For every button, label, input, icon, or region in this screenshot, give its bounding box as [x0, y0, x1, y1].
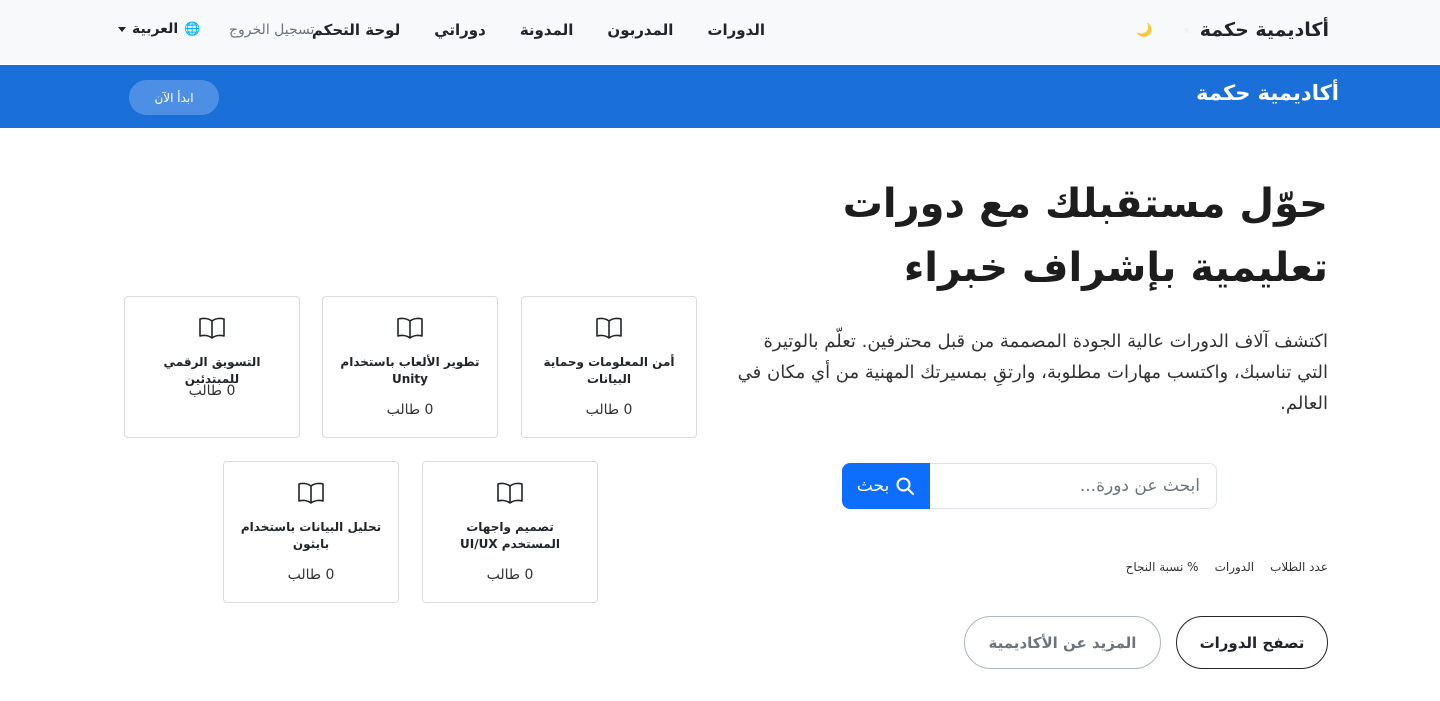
moon-icon[interactable]: 🌙: [1136, 23, 1152, 38]
search-input[interactable]: [930, 463, 1217, 509]
hero-description: اكتشف آلاف الدورات عالية الجودة المصممة …: [737, 331, 1328, 414]
globe-icon: 🌐: [184, 21, 201, 37]
course-card-student-count: 0 طالب: [585, 402, 633, 418]
nav-separator-dot: [1184, 28, 1189, 33]
course-card[interactable]: التسويق الرقمي للمبتدئين 0 طالب: [124, 296, 300, 438]
search-button[interactable]: بحث: [842, 463, 930, 509]
book-icon: [323, 317, 497, 339]
search-button-label: بحث: [856, 476, 890, 496]
book-icon: [224, 482, 398, 504]
book-icon: [423, 482, 597, 504]
more-about-academy-button[interactable]: المزيد عن الأكاديمية: [964, 616, 1161, 669]
nav-link-my-courses[interactable]: دوراتي: [434, 21, 486, 39]
nav-link-instructors[interactable]: المدربون: [607, 21, 673, 39]
banner-brand: أكاديمية حكمة: [1196, 81, 1339, 105]
nav-link-blog[interactable]: المدونة: [520, 21, 574, 39]
book-icon: [125, 317, 299, 339]
stats-labels: عدد الطلاب الدورات نسبة النجاح %: [1126, 560, 1328, 574]
top-navbar: أكاديمية حكمة 🌙 الدورات المدربون المدونة…: [0, 0, 1440, 64]
course-card-title: تصميم واجهات المستخدم UI/UX: [460, 520, 560, 551]
nav-link-dashboard[interactable]: لوحة التحكم: [312, 21, 400, 39]
language-label: العربية: [132, 21, 179, 37]
course-card-title: تحليل البيانات باستخدام بايثون: [240, 520, 382, 551]
course-card-title: تطوير الألعاب باستخدام Unity: [340, 355, 480, 386]
course-card[interactable]: تحليل البيانات باستخدام بايثون 0 طالب: [223, 461, 399, 603]
course-card[interactable]: تطوير الألعاب باستخدام Unity 0 طالب: [322, 296, 498, 438]
course-card-title: أمن المعلومات وحماية البيانات: [543, 355, 675, 386]
course-card-student-count: 0 طالب: [486, 567, 534, 583]
start-now-button[interactable]: ابدأ الآن: [129, 80, 219, 115]
logout-link[interactable]: تسجيل الخروج: [229, 22, 314, 38]
nav-link-courses[interactable]: الدورات: [707, 21, 765, 39]
main-nav-links: الدورات المدربون المدونة دوراتي لوحة الت…: [278, 21, 765, 39]
hero-title: حوّل مستقبلك مع دورات تعليمية بإشراف خبر…: [842, 181, 1328, 291]
stat-success-label: نسبة النجاح %: [1125, 560, 1199, 574]
course-search: بحث: [842, 463, 1217, 509]
course-card-student-count: 0 طالب: [287, 567, 335, 583]
language-dropdown[interactable]: العربية 🌐: [118, 21, 200, 37]
brand-logo-text[interactable]: أكاديمية حكمة: [1200, 19, 1329, 41]
course-card-student-count: 0 طالب: [386, 402, 434, 418]
search-icon: [896, 477, 915, 495]
course-card[interactable]: أمن المعلومات وحماية البيانات 0 طالب: [521, 296, 697, 438]
caret-down-icon: [118, 26, 126, 32]
stat-students-label: عدد الطلاب: [1270, 560, 1328, 574]
browse-courses-button[interactable]: تصفح الدورات: [1176, 616, 1328, 669]
book-icon: [522, 317, 696, 339]
course-card[interactable]: تصميم واجهات المستخدم UI/UX 0 طالب: [422, 461, 598, 603]
brand-banner: أكاديمية حكمة ابدأ الآن: [0, 65, 1440, 128]
course-card-student-count: 0 طالب: [188, 383, 236, 399]
stat-courses-label: الدورات: [1214, 560, 1255, 574]
